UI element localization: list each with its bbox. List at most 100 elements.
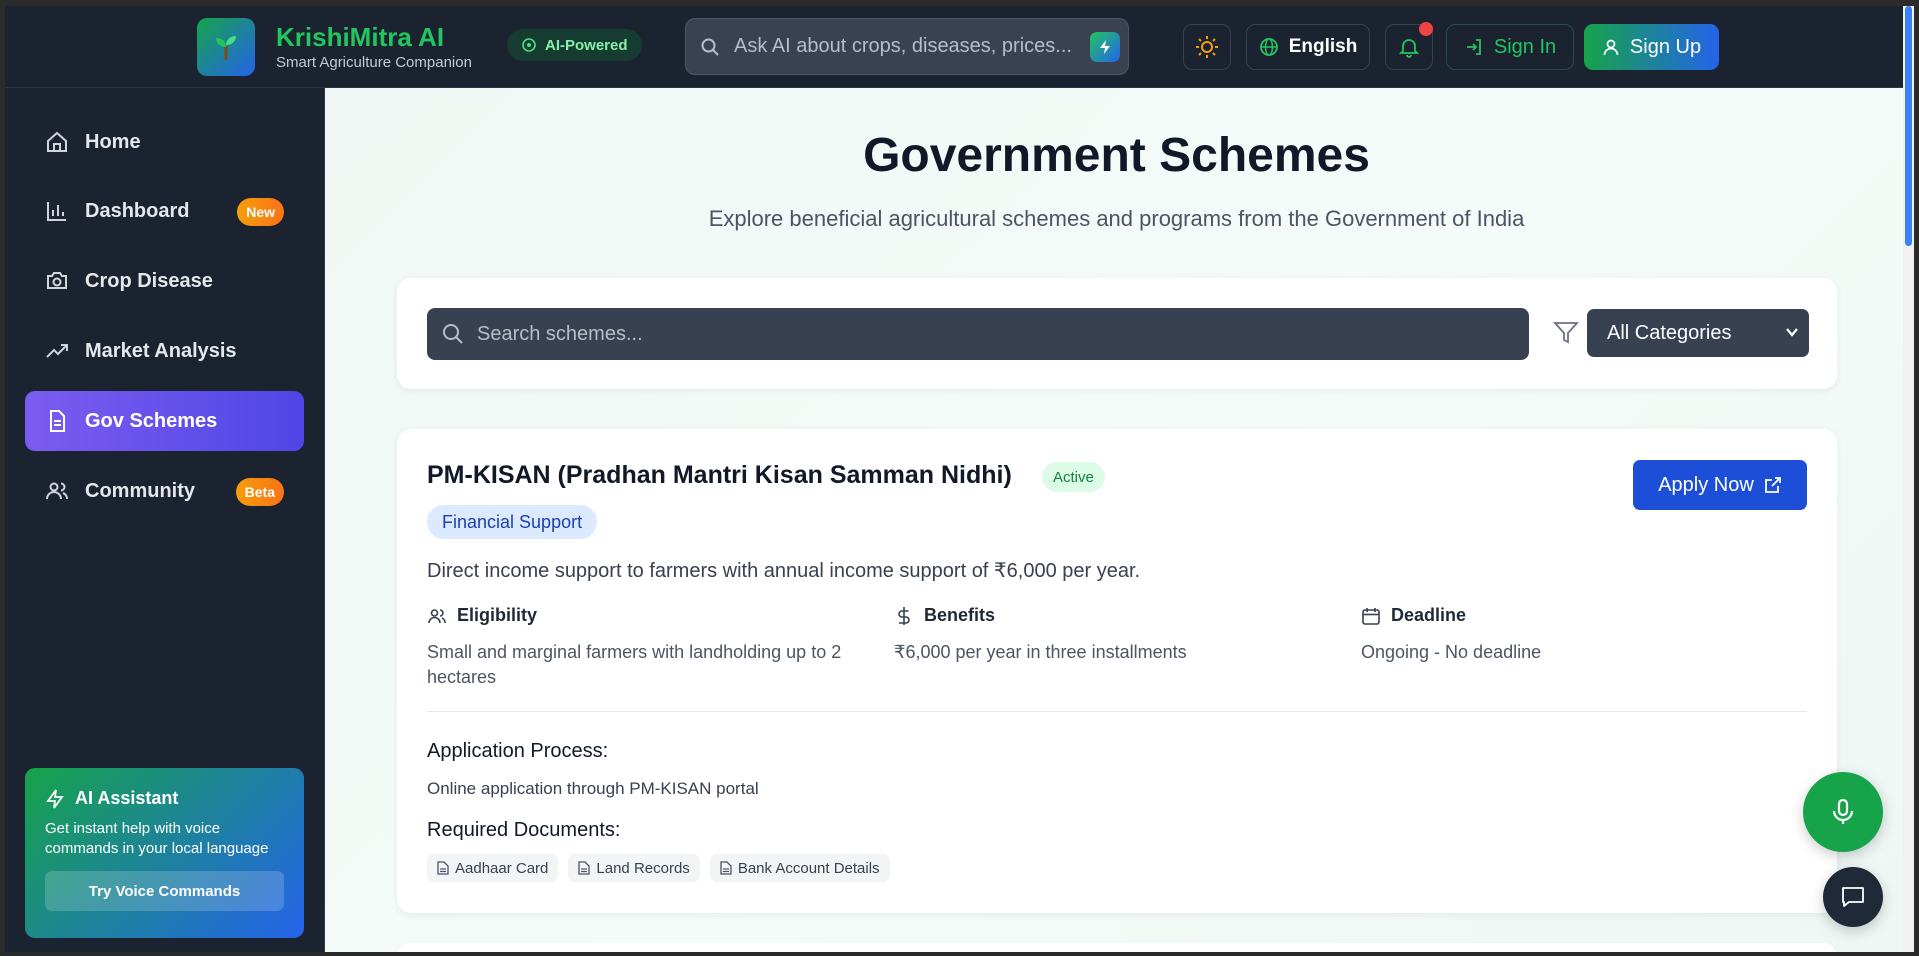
- eligibility-value: Small and marginal farmers with landhold…: [427, 642, 842, 687]
- sidebar-item-community[interactable]: Community Beta: [25, 461, 304, 521]
- search-icon: [443, 324, 463, 344]
- microphone-icon: [1832, 798, 1854, 824]
- beta-badge: Beta: [235, 478, 284, 506]
- chat-button[interactable]: [1823, 867, 1883, 927]
- voice-assistant-button[interactable]: [1803, 772, 1883, 852]
- bell-icon: [1398, 39, 1420, 58]
- apply-now-button[interactable]: Apply Now: [1633, 460, 1807, 510]
- apply-now-label: Apply Now: [1658, 473, 1754, 496]
- deadline-value: Ongoing - No deadline: [1361, 642, 1542, 662]
- page-title: Government Schemes: [863, 129, 1370, 182]
- ai-badge-label: AI-Powered: [545, 36, 628, 54]
- sidebar-item-label: Community: [85, 479, 195, 502]
- ai-submit-button[interactable]: [1090, 32, 1120, 62]
- application-process-value: Online application through PM-KISAN port…: [427, 779, 759, 798]
- users-icon: [428, 608, 446, 623]
- user-icon: [1603, 39, 1619, 56]
- language-label: English: [1288, 36, 1358, 57]
- ai-card-title: AI Assistant: [75, 788, 179, 808]
- category-select[interactable]: All Categories: [1587, 309, 1809, 357]
- eligibility-label: Eligibility: [457, 605, 538, 625]
- brand-name: KrishiMitra AI: [276, 22, 445, 52]
- trending-up-icon: [46, 344, 68, 358]
- log-in-icon: [1466, 39, 1481, 55]
- dollar-icon: [898, 606, 910, 625]
- document-label: Aadhaar Card: [455, 859, 549, 877]
- sidebar-item-label: Gov Schemes: [85, 409, 218, 432]
- brand: KrishiMitra AI Smart Agriculture Compani…: [276, 22, 472, 71]
- sidebar-item-home[interactable]: Home: [25, 112, 304, 172]
- external-link-icon: [1764, 477, 1781, 493]
- scheme-card: PM-KISAN (Pradhan Mantri Kisan Samman Ni…: [397, 429, 1837, 913]
- chat-icon: [1842, 887, 1864, 907]
- document-chip: Aadhaar Card: [427, 854, 559, 882]
- ai-card-description: Get instant help with voice commands in …: [45, 820, 269, 857]
- scheme-search-bar[interactable]: [427, 308, 1529, 360]
- scheme-search-input[interactable]: [477, 322, 1477, 346]
- document-label: Land Records: [596, 859, 690, 877]
- required-documents-heading: Required Documents:: [427, 819, 621, 841]
- page-scrollbar[interactable]: [1903, 6, 1914, 952]
- bar-chart-icon: [47, 202, 66, 221]
- main-content: Government Schemes Explore beneficial ag…: [325, 88, 1908, 952]
- chevron-down-icon: [1786, 328, 1798, 337]
- cpu-icon: [522, 38, 536, 52]
- ai-card-header: AI Assistant: [45, 788, 284, 809]
- lightning-icon: [1100, 40, 1110, 54]
- globe-icon: [1259, 38, 1278, 56]
- new-badge: New: [237, 198, 284, 226]
- brand-tagline: Smart Agriculture Companion: [276, 54, 472, 71]
- document-icon: [720, 861, 732, 875]
- document-chip: Bank Account Details: [709, 854, 890, 882]
- sign-in-label: Sign In: [1493, 35, 1557, 58]
- document-icon: [578, 861, 591, 875]
- sun-icon: [1196, 36, 1218, 58]
- ai-search-input[interactable]: [734, 35, 1094, 58]
- logo[interactable]: [197, 18, 255, 76]
- divider: [427, 711, 1807, 712]
- scheme-description: Direct income support to farmers with an…: [427, 560, 1141, 582]
- sidebar-item-gov-schemes[interactable]: Gov Schemes: [25, 391, 304, 451]
- notifications-button[interactable]: [1385, 22, 1433, 70]
- try-voice-commands-button[interactable]: Try Voice Commands: [45, 871, 284, 911]
- sign-up-button[interactable]: Sign Up: [1584, 24, 1719, 70]
- category-selected-value: All Categories: [1607, 321, 1732, 344]
- deadline-section: Deadline Ongoing - No deadline: [1361, 605, 1801, 665]
- home-icon: [47, 131, 67, 152]
- document-icon: [437, 861, 449, 875]
- sidebar-item-dashboard[interactable]: Dashboard New: [25, 181, 304, 241]
- category-badge: Financial Support: [427, 505, 598, 539]
- document-label: Bank Account Details: [737, 859, 880, 877]
- search-icon: [701, 38, 719, 56]
- ai-assistant-card: AI Assistant Get instant help with voice…: [25, 768, 304, 938]
- deadline-label: Deadline: [1391, 605, 1467, 625]
- lightning-icon: [46, 788, 64, 809]
- scheme-title: PM-KISAN (Pradhan Mantri Kisan Samman Ni…: [427, 461, 1012, 489]
- sidebar-item-label: Market Analysis: [85, 339, 237, 362]
- status-badge: Active: [1042, 462, 1105, 492]
- ai-powered-badge: AI-Powered: [507, 29, 642, 61]
- users-icon: [46, 482, 68, 500]
- theme-toggle-button[interactable]: [1183, 24, 1231, 70]
- sidebar-item-market-analysis[interactable]: Market Analysis: [25, 321, 304, 381]
- sign-in-button[interactable]: Sign In: [1446, 24, 1574, 70]
- top-header: KrishiMitra AI Smart Agriculture Compani…: [5, 6, 1908, 88]
- documents-list: Aadhaar Card Land Records Bank Account D…: [427, 854, 890, 882]
- sidebar-item-label: Dashboard: [85, 199, 190, 222]
- eligibility-section: Eligibility Small and marginal farmers w…: [427, 605, 867, 690]
- page-subtitle: Explore beneficial agricultural schemes …: [708, 206, 1525, 231]
- application-process-heading: Application Process:: [427, 740, 609, 762]
- benefits-value: ₹6,000 per year in three installments: [894, 642, 1187, 662]
- app-window: KrishiMitra AI Smart Agriculture Compani…: [5, 6, 1908, 952]
- sidebar-item-crop-disease[interactable]: Crop Disease: [25, 251, 304, 311]
- filter-icon: [1553, 322, 1579, 344]
- filter-card: All Categories: [397, 278, 1837, 389]
- benefits-label: Benefits: [924, 605, 996, 625]
- sign-up-label: Sign Up: [1629, 35, 1702, 58]
- document-icon: [50, 410, 65, 432]
- next-scheme-card: [397, 943, 1837, 952]
- scrollbar-thumb[interactable]: [1905, 6, 1912, 246]
- sidebar-item-label: Home: [85, 130, 141, 153]
- language-button[interactable]: English: [1246, 24, 1370, 70]
- ai-search-bar[interactable]: [685, 18, 1129, 75]
